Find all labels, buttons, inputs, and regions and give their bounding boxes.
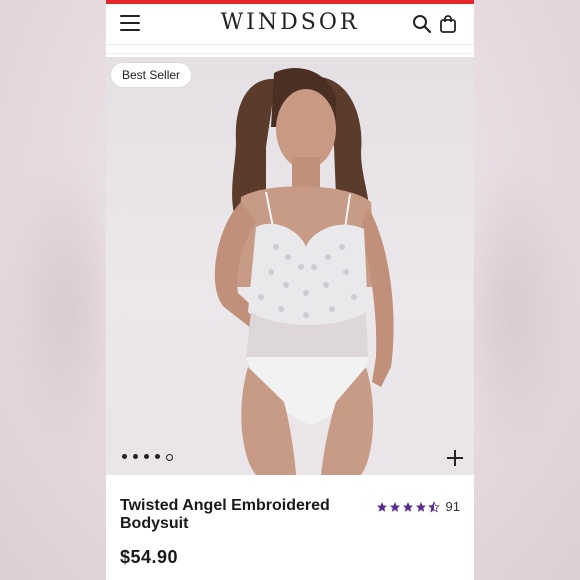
header-subbar [106,45,474,54]
half-star-icon [427,500,440,513]
phone-screen: WINDSOR Best Seller Twisted Angel Embroi… [106,0,474,580]
carousel-dot[interactable] [144,454,149,459]
carousel-dot[interactable] [155,454,160,459]
star-icon [402,501,413,512]
model-figure [214,68,394,475]
product-price: $54.90 [120,547,179,567]
product-title: Twisted Angel Embroidered Bodysuit [120,497,330,532]
search-icon[interactable] [412,14,432,34]
carousel-dot[interactable] [133,454,138,459]
best-seller-badge: Best Seller [111,63,192,87]
star-rating [376,500,440,513]
review-count[interactable]: 91 [446,499,460,514]
star-icon [389,501,400,512]
carousel-dot-active[interactable] [166,454,173,461]
carousel-dots [122,454,173,461]
product-image[interactable]: Best Seller [106,57,474,475]
site-header: WINDSOR [106,4,474,45]
star-icon [415,501,426,512]
plus-icon[interactable] [446,449,464,467]
product-rating[interactable]: 91 [376,499,460,514]
backdrop-blur-left [10,160,120,460]
backdrop-blur-right [460,160,570,460]
star-icon [376,501,387,512]
carousel-dot[interactable] [122,454,127,459]
shopping-bag-icon[interactable] [438,14,458,34]
